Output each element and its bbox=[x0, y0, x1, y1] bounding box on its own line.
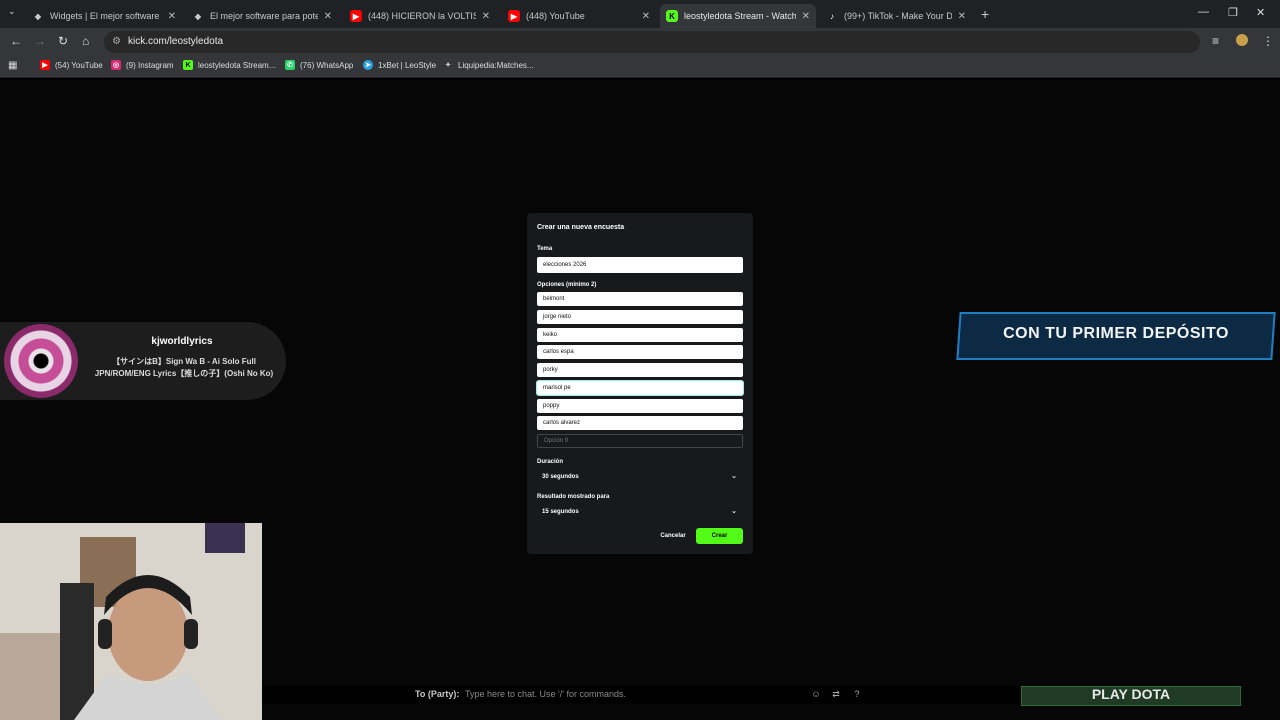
webcam-image bbox=[0, 523, 262, 720]
tab-youtube-video[interactable]: ▶ (448) HICIERON la VOLTIS 🥊 ✕ bbox=[344, 4, 496, 28]
result-value: 15 segundos bbox=[542, 509, 579, 515]
option-input-5[interactable]: porky bbox=[537, 363, 743, 377]
streamelements-icon: ◆ bbox=[194, 11, 202, 21]
topic-input[interactable]: elecciones 2026 bbox=[537, 257, 743, 273]
create-poll-dialog: Crear una nueva encuesta Tema elecciones… bbox=[527, 213, 753, 554]
minimize-icon[interactable]: — bbox=[1198, 6, 1209, 18]
duration-label: Duración bbox=[537, 459, 564, 465]
bookmarks-bar: ▦ ▶ (54) YouTube ◎ (9) Instagram K leost… bbox=[0, 56, 1280, 78]
tab-youtube[interactable]: ▶ (448) YouTube ✕ bbox=[502, 4, 656, 28]
back-icon[interactable]: ← bbox=[10, 34, 22, 48]
bookmark-instagram[interactable]: ◎ (9) Instagram bbox=[111, 60, 174, 70]
option-input-3[interactable]: keiko bbox=[537, 328, 743, 342]
url-text: kick.com/leostyledota bbox=[128, 36, 224, 47]
forward-icon[interactable]: → bbox=[34, 34, 46, 48]
close-icon[interactable]: ✕ bbox=[324, 11, 332, 22]
bookmark-youtube[interactable]: ▶ (54) YouTube bbox=[40, 60, 103, 70]
game-chat-bar bbox=[262, 686, 1020, 704]
option-input-8[interactable]: carlos alvarez bbox=[537, 416, 743, 430]
bookmark-whatsapp[interactable]: ✆ (76) WhatsApp bbox=[285, 60, 353, 70]
close-icon[interactable]: ✕ bbox=[482, 11, 490, 22]
apps-grid-icon[interactable]: ▦ bbox=[8, 60, 17, 71]
topic-label: Tema bbox=[537, 246, 553, 252]
youtube-icon: ▶ bbox=[40, 60, 50, 70]
cancel-button[interactable]: Cancelar bbox=[653, 529, 693, 543]
result-label: Resultado mostrado para bbox=[537, 494, 610, 500]
webcam-feed bbox=[0, 523, 262, 720]
bookmark-liquipedia[interactable]: ✦ Liquipedia:Matches... bbox=[443, 60, 534, 70]
home-icon[interactable]: ⌂ bbox=[82, 34, 89, 48]
menu-icon[interactable]: ⋮ bbox=[1262, 34, 1274, 48]
tab-tiktok[interactable]: ♪ (99+) TikTok - Make Your Day ✕ bbox=[820, 4, 972, 28]
option-input-7[interactable]: poppy bbox=[537, 399, 743, 413]
tab-search-icon[interactable]: ⌄ bbox=[8, 6, 16, 17]
telegram-icon: ➤ bbox=[363, 60, 373, 70]
tab-widgets[interactable]: ◆ Widgets | El mejor software pa ✕ bbox=[26, 4, 182, 28]
album-disc-icon bbox=[4, 324, 78, 398]
chevron-down-icon: ⌄ bbox=[731, 508, 737, 515]
reload-icon[interactable]: ↻ bbox=[58, 34, 68, 48]
translate-icon[interactable]: ⇄ bbox=[830, 688, 842, 700]
youtube-icon: ▶ bbox=[508, 10, 520, 22]
streamelements-icon: ◆ bbox=[34, 11, 42, 21]
song-artist: kjworldlyrics bbox=[151, 336, 213, 347]
bookmark-1xbet[interactable]: ➤ 1xBet | LeoStyle bbox=[363, 60, 436, 70]
media-controls-icon[interactable]: ≡ bbox=[1212, 34, 1219, 48]
omnibox[interactable]: ⚙ kick.com/leostyledota bbox=[104, 31, 1200, 53]
bookmark-kick[interactable]: K leostyledota Stream... bbox=[183, 60, 275, 70]
option-input-9[interactable]: Opción 9 bbox=[537, 434, 743, 448]
option-input-6[interactable]: marisol pe bbox=[537, 381, 743, 395]
options-label: Opciones (mínimo 2) bbox=[537, 282, 597, 288]
close-icon[interactable]: ✕ bbox=[802, 11, 810, 22]
window-close-icon[interactable]: ✕ bbox=[1256, 6, 1265, 19]
result-select[interactable]: 15 segundos ⌄ bbox=[537, 505, 743, 519]
site-info-icon[interactable]: ⚙ bbox=[112, 36, 121, 47]
restore-icon[interactable]: ❐ bbox=[1228, 6, 1238, 19]
instagram-icon: ◎ bbox=[111, 60, 121, 70]
help-icon[interactable]: ? bbox=[851, 688, 863, 700]
profile-avatar[interactable] bbox=[1236, 34, 1248, 46]
dialog-title: Crear una nueva encuesta bbox=[537, 224, 625, 231]
whatsapp-icon: ✆ bbox=[285, 60, 295, 70]
option-input-2[interactable]: jorge nieto bbox=[537, 310, 743, 324]
tab-kick-stream[interactable]: K leostyledota Stream - Watch Li ✕ bbox=[660, 4, 816, 28]
option-input-4[interactable]: carlos espa bbox=[537, 345, 743, 359]
song-title: 【サインはB】Sign Wa B - Ai Solo Full JPN/ROM/… bbox=[94, 357, 274, 378]
option-input-1[interactable]: belmont bbox=[537, 292, 743, 306]
close-icon[interactable]: ✕ bbox=[958, 11, 966, 22]
close-icon[interactable]: ✕ bbox=[642, 11, 650, 22]
emoji-icon[interactable]: ☺ bbox=[810, 688, 822, 700]
duration-select[interactable]: 30 segundos ⌄ bbox=[537, 470, 743, 484]
tiktok-icon: ♪ bbox=[830, 11, 834, 21]
youtube-icon: ▶ bbox=[350, 10, 362, 22]
new-tab-icon[interactable]: + bbox=[981, 6, 989, 22]
kick-icon: K bbox=[666, 10, 678, 22]
chat-input[interactable]: Type here to chat. Use '/' for commands. bbox=[465, 689, 626, 699]
chat-channel-prefix: To (Party): bbox=[415, 689, 460, 699]
browser-tab-bar: ⌄ ◆ Widgets | El mejor software pa ✕ ◆ E… bbox=[0, 0, 1280, 28]
now-playing-widget: kjworldlyrics 【サインはB】Sign Wa B - Ai Solo… bbox=[0, 322, 286, 400]
create-button[interactable]: Crear bbox=[696, 528, 743, 544]
close-icon[interactable]: ✕ bbox=[168, 11, 176, 22]
play-dota-button[interactable]: PLAY DOTA bbox=[1021, 686, 1241, 706]
liquipedia-icon: ✦ bbox=[445, 62, 451, 69]
duration-value: 30 segundos bbox=[542, 474, 579, 480]
kick-icon: K bbox=[183, 60, 193, 70]
chevron-down-icon: ⌄ bbox=[731, 473, 737, 480]
tab-software[interactable]: ◆ El mejor software para potenci ✕ bbox=[186, 4, 338, 28]
promo-banner-text: CON TU PRIMER DEPÓSITO bbox=[1003, 325, 1229, 342]
